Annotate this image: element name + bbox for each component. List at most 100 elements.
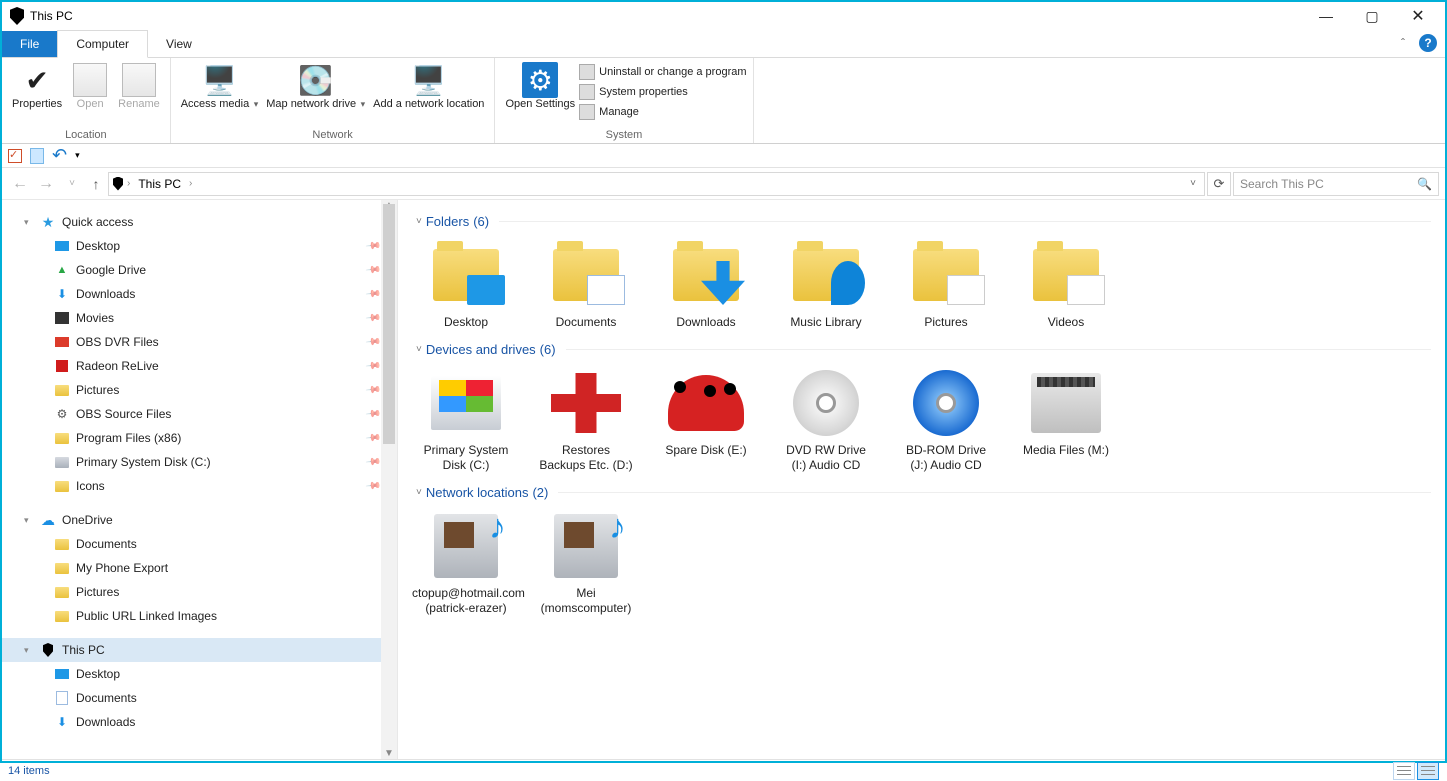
drive-j-bdrom[interactable]: BD-ROM Drive (J:) Audio CD — [898, 363, 994, 473]
address-history-dropdown[interactable]: ˅ — [1186, 178, 1200, 189]
sidebar-item-google-drive[interactable]: Google Drive — [16, 258, 397, 282]
content-area: ˅ Folders (6) Desktop Documents Download… — [398, 200, 1445, 759]
nav-recent-dropdown[interactable]: ˅ — [60, 178, 84, 189]
drive-e[interactable]: Spare Disk (E:) — [658, 363, 754, 473]
access-media-button[interactable]: 🖥️ Access media ▾ — [177, 60, 263, 112]
system-properties-button[interactable]: System properties — [579, 82, 746, 102]
sidebar-item-documents-pc[interactable]: Documents — [16, 686, 397, 710]
map-drive-button[interactable]: 💽 Map network drive ▾ — [262, 60, 369, 112]
breadcrumb-sep-icon[interactable]: › — [127, 178, 130, 189]
network-location-1[interactable]: ctopup@hotmail.com (patrick-erazer) — [418, 506, 514, 616]
item-label: Pictures — [924, 315, 967, 330]
manage-button[interactable]: Manage — [579, 102, 746, 122]
sidebar-item-public-url[interactable]: Public URL Linked Images — [16, 604, 397, 628]
sidebar-item-desktop[interactable]: Desktop — [16, 234, 397, 258]
network-location-2[interactable]: Mei (momscomputer) — [538, 506, 634, 616]
sidebar-item-obs-source[interactable]: OBS Source Files — [16, 402, 397, 426]
sidebar-item-label: Program Files (x86) — [76, 431, 181, 445]
breadcrumb-sep-icon[interactable]: › — [189, 178, 192, 189]
drive-i-dvd[interactable]: DVD RW Drive (I:) Audio CD — [778, 363, 874, 473]
window-title: This PC — [30, 9, 73, 23]
system-properties-icon — [579, 84, 595, 100]
refresh-button[interactable]: ⟳ — [1207, 172, 1231, 196]
search-input[interactable]: Search This PC 🔍 — [1233, 172, 1439, 196]
sidebar-this-pc[interactable]: ▾ This PC — [2, 638, 397, 662]
close-button[interactable]: ✕ — [1395, 2, 1441, 30]
minimize-button[interactable]: — — [1303, 2, 1349, 30]
rename-button[interactable]: Rename — [114, 60, 164, 112]
drive-d[interactable]: Restores Backups Etc. (D:) — [538, 363, 634, 473]
sidebar-scrollbar[interactable]: ▲ ▼ — [381, 200, 397, 759]
sidebar-item-movies[interactable]: Movies — [16, 306, 397, 330]
nav-back-button[interactable]: ← — [8, 175, 32, 193]
uninstall-button[interactable]: Uninstall or change a program — [579, 62, 746, 82]
collapse-ribbon-icon[interactable]: ˆ — [1401, 36, 1405, 50]
qat-doc-icon[interactable] — [30, 148, 44, 164]
google-drive-icon — [54, 262, 70, 278]
sidebar-item-icons[interactable]: Icons — [16, 474, 397, 498]
properties-button[interactable]: ✔︎ Properties — [8, 60, 66, 112]
breadcrumb[interactable]: This PC — [134, 177, 185, 191]
help-icon[interactable]: ? — [1419, 34, 1437, 52]
sidebar-quick-access[interactable]: ▾ ★ Quick access — [2, 210, 397, 234]
view-large-icons-button[interactable] — [1417, 762, 1439, 780]
qat-undo-icon[interactable]: ↶ — [52, 145, 67, 166]
folder-pictures[interactable]: Pictures — [898, 235, 994, 330]
drive-m-media[interactable]: Media Files (M:) — [1018, 363, 1114, 473]
properties-label: Properties — [12, 98, 62, 110]
folder-documents[interactable]: Documents — [538, 235, 634, 330]
properties-icon: ✔︎ — [19, 62, 55, 98]
sidebar-item-pictures-od[interactable]: Pictures — [16, 580, 397, 604]
sidebar-item-radeon[interactable]: Radeon ReLive — [16, 354, 397, 378]
sidebar-item-label: Pictures — [76, 383, 119, 397]
scroll-down-icon[interactable]: ▼ — [381, 748, 397, 759]
open-settings-button[interactable]: ⚙ Open Settings — [501, 60, 579, 112]
sidebar-item-label: Desktop — [76, 239, 120, 253]
nav-forward-button[interactable]: → — [34, 175, 58, 193]
sidebar-item-obs-dvr[interactable]: OBS DVR Files — [16, 330, 397, 354]
section-devices[interactable]: ˅ Devices and drives (6) — [416, 342, 1431, 357]
folder-desktop[interactable]: Desktop — [418, 235, 514, 330]
sidebar-item-program-files[interactable]: Program Files (x86) — [16, 426, 397, 450]
tab-file[interactable]: File — [2, 31, 57, 57]
sidebar-onedrive[interactable]: ▾ ☁ OneDrive — [2, 508, 397, 532]
uninstall-icon — [579, 64, 595, 80]
qat-check-icon[interactable] — [8, 149, 22, 163]
chevron-down-icon: ˅ — [416, 487, 422, 498]
maximize-button[interactable]: ▢ — [1349, 2, 1395, 30]
expand-icon[interactable]: ▾ — [24, 217, 34, 228]
qat-customize-icon[interactable]: ▾ — [75, 150, 80, 161]
sidebar-item-downloads[interactable]: Downloads — [16, 282, 397, 306]
tab-view[interactable]: View — [148, 31, 210, 57]
chevron-down-icon: ˅ — [416, 344, 422, 355]
scrollbar-thumb[interactable] — [383, 204, 395, 444]
sidebar-item-phone-export[interactable]: My Phone Export — [16, 556, 397, 580]
section-network[interactable]: ˅ Network locations (2) — [416, 485, 1431, 500]
folder-videos[interactable]: Videos — [1018, 235, 1114, 330]
add-network-location-button[interactable]: 🖥️ Add a network location — [369, 60, 488, 112]
settings-icon: ⚙ — [522, 62, 558, 98]
sidebar-item-documents[interactable]: Documents — [16, 532, 397, 556]
expand-icon[interactable]: ▾ — [24, 515, 34, 526]
sidebar-item-label: Movies — [76, 311, 114, 325]
sidebar-item-downloads-pc[interactable]: Downloads — [16, 710, 397, 734]
section-folders[interactable]: ˅ Folders (6) — [416, 214, 1431, 229]
nav-up-button[interactable]: ↑ — [86, 176, 106, 192]
sidebar-item-pictures[interactable]: Pictures — [16, 378, 397, 402]
ribbon-group-network: 🖥️ Access media ▾ 💽 Map network drive ▾ … — [171, 58, 496, 143]
drive-c[interactable]: Primary System Disk (C:) — [418, 363, 514, 473]
view-details-button[interactable] — [1393, 762, 1415, 780]
folder-music[interactable]: Music Library — [778, 235, 874, 330]
sidebar-item-desktop-pc[interactable]: Desktop — [16, 662, 397, 686]
access-media-label: Access media ▾ — [181, 98, 259, 110]
sidebar-item-label: Documents — [76, 537, 137, 551]
sidebar-item-label: Pictures — [76, 585, 119, 599]
sidebar-item-label: Icons — [76, 479, 105, 493]
expand-icon[interactable]: ▾ — [24, 645, 34, 656]
address-bar[interactable]: › This PC › ˅ — [108, 172, 1205, 196]
open-button[interactable]: Open — [66, 60, 114, 112]
sidebar-item-primary-disk[interactable]: Primary System Disk (C:) — [16, 450, 397, 474]
folder-downloads[interactable]: Downloads — [658, 235, 754, 330]
tab-computer[interactable]: Computer — [57, 30, 148, 58]
open-icon — [72, 62, 108, 98]
